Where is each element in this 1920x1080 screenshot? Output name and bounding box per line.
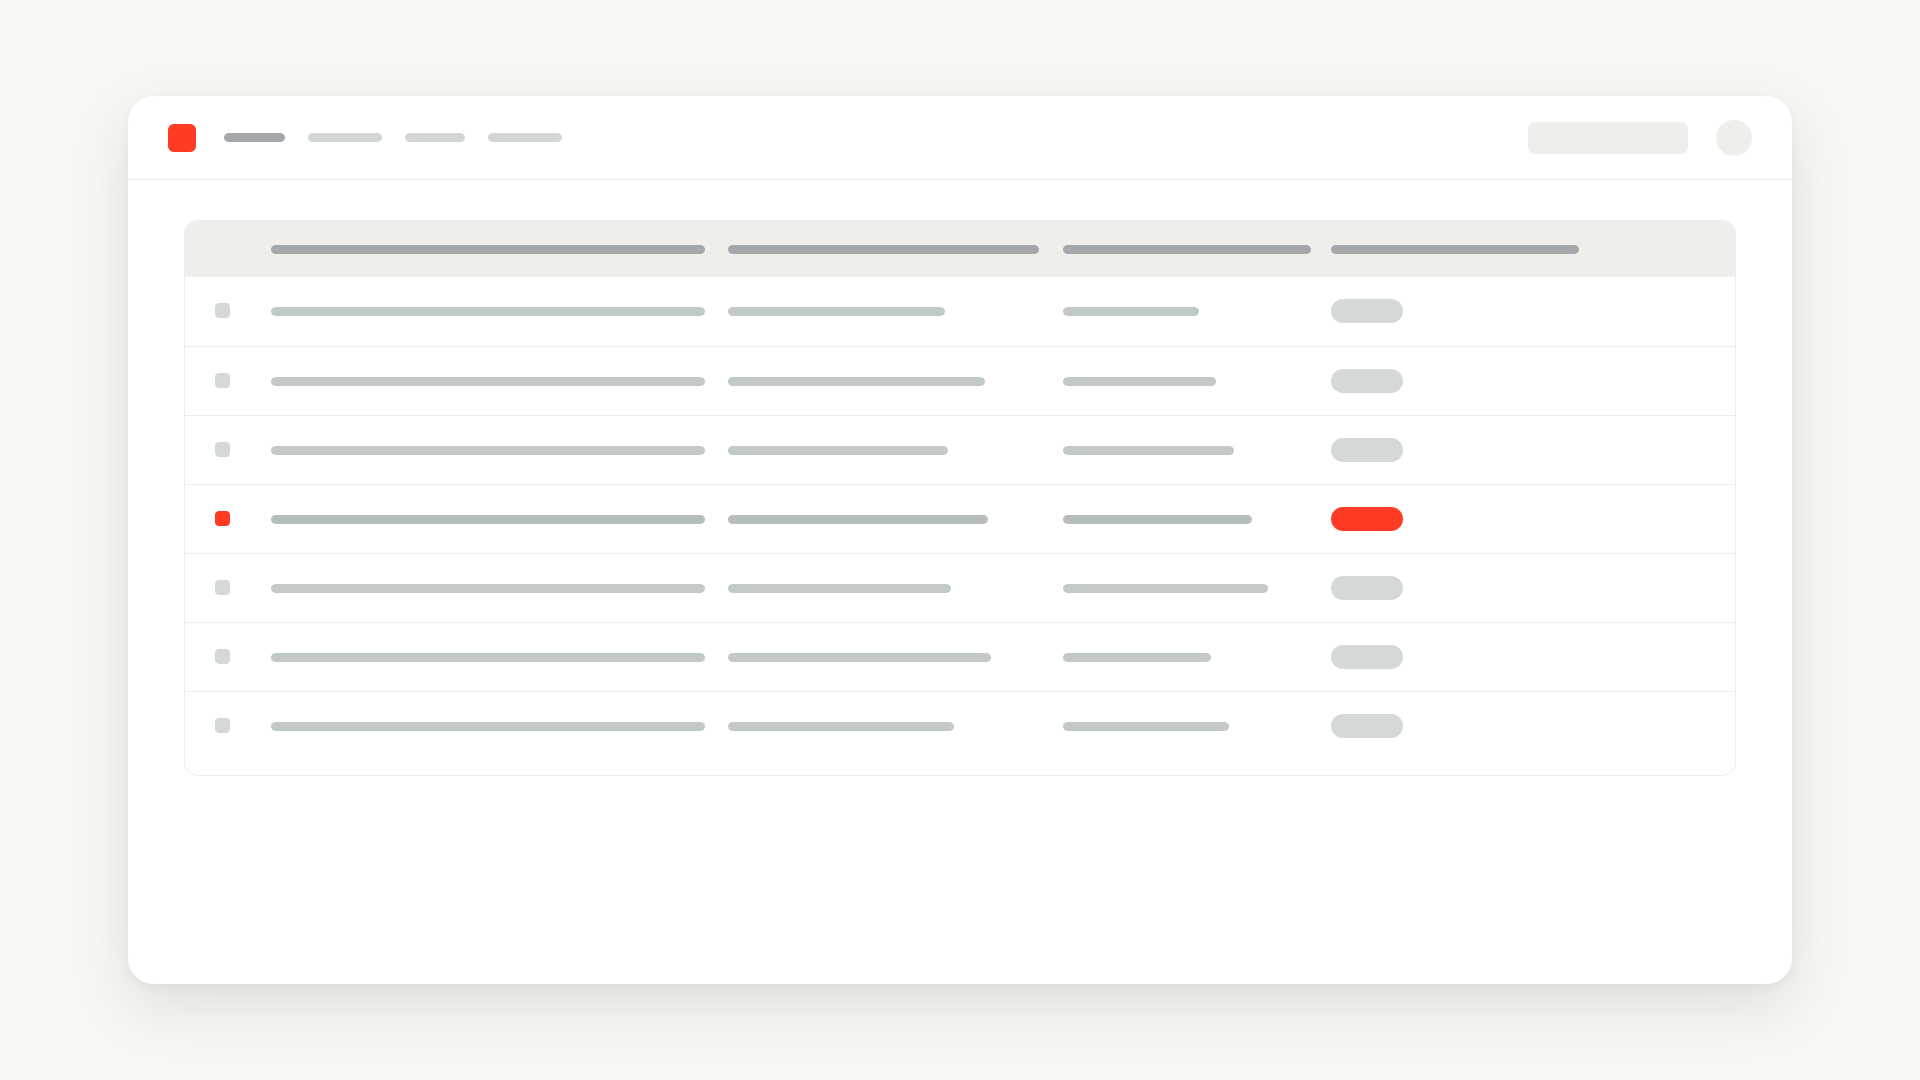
column-header-4[interactable]: [1331, 245, 1579, 254]
table-cell-1: [271, 446, 705, 455]
status-badge: [1331, 576, 1403, 600]
status-badge: [1331, 369, 1403, 393]
nav-item-4[interactable]: [488, 133, 562, 142]
row-checkbox[interactable]: [215, 718, 230, 733]
status-badge: [1331, 645, 1403, 669]
table-cell-3: [1063, 446, 1234, 455]
table-cell-2: [728, 307, 945, 316]
row-checkbox[interactable]: [215, 373, 230, 388]
row-checkbox[interactable]: [215, 580, 230, 595]
primary-nav: [224, 133, 562, 142]
table-row[interactable]: [185, 691, 1735, 760]
nav-item-2[interactable]: [308, 133, 382, 142]
table-cell-3: [1063, 515, 1252, 524]
app-window: [128, 96, 1792, 984]
top-navigation-bar: [128, 96, 1792, 180]
table-body: [185, 277, 1735, 760]
table-cell-1: [271, 377, 705, 386]
table-cell-2: [728, 446, 948, 455]
table-cell-3: [1063, 307, 1199, 316]
table-cell-1: [271, 515, 705, 524]
nav-item-1[interactable]: [224, 133, 285, 142]
table-cell-2: [728, 722, 954, 731]
table-cell-2: [728, 653, 991, 662]
column-header-1[interactable]: [271, 245, 705, 254]
table-cell-1: [271, 584, 705, 593]
table-cell-2: [728, 515, 988, 524]
table-cell-1: [271, 653, 705, 662]
row-checkbox[interactable]: [215, 649, 230, 664]
nav-item-label: [224, 133, 225, 134]
data-table: [184, 220, 1736, 776]
nav-item-label: [405, 133, 406, 134]
column-header-3[interactable]: [1063, 245, 1311, 254]
user-avatar[interactable]: [1716, 120, 1752, 156]
column-header-2[interactable]: [728, 245, 1039, 254]
status-badge: [1331, 507, 1403, 531]
table-cell-3: [1063, 584, 1268, 593]
status-badge: [1331, 299, 1403, 323]
brand-logo-icon[interactable]: [168, 124, 196, 152]
search-input[interactable]: [1528, 122, 1688, 154]
status-badge: [1331, 438, 1403, 462]
table-cell-2: [728, 377, 985, 386]
nav-item-label: [308, 133, 309, 134]
table-cell-3: [1063, 653, 1211, 662]
table-row[interactable]: [185, 415, 1735, 484]
row-checkbox[interactable]: [215, 442, 230, 457]
table-cell-3: [1063, 377, 1216, 386]
row-checkbox[interactable]: [215, 511, 230, 526]
table-row[interactable]: [185, 277, 1735, 346]
table-row[interactable]: [185, 553, 1735, 622]
nav-item-3[interactable]: [405, 133, 465, 142]
table-header-row: [185, 221, 1735, 277]
table-row[interactable]: [185, 622, 1735, 691]
status-badge: [1331, 714, 1403, 738]
table-row[interactable]: [185, 484, 1735, 553]
table-cell-3: [1063, 722, 1229, 731]
row-checkbox[interactable]: [215, 303, 230, 318]
table-cell-1: [271, 722, 705, 731]
table-cell-1: [271, 307, 705, 316]
table-cell-2: [728, 584, 951, 593]
nav-item-label: [488, 133, 489, 134]
table-row[interactable]: [185, 346, 1735, 415]
